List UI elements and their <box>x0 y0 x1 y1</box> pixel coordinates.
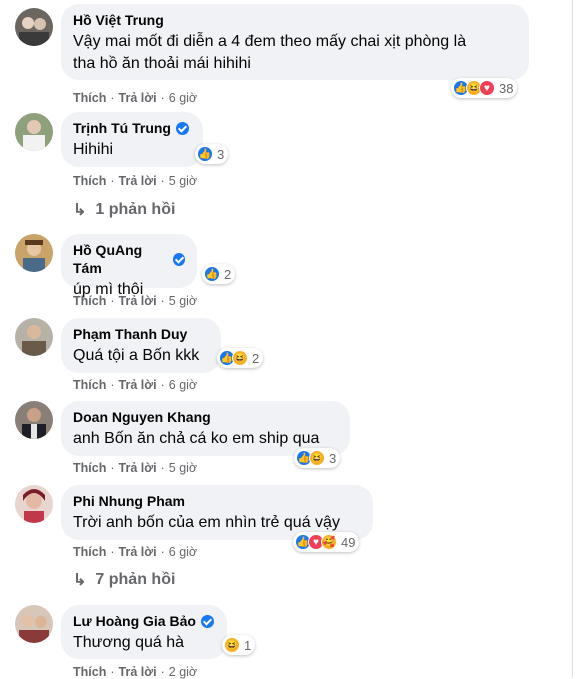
comment-text: Quá tội a Bốn kkk <box>73 347 200 364</box>
laughing-face-icon: 😆 <box>232 350 248 366</box>
reaction-summary[interactable]: 👍 3 <box>195 144 229 164</box>
view-replies-link[interactable]: ↳ 7 phản hồi <box>73 570 175 590</box>
comment-actions: Thích · Trả lời · 6 giờ <box>73 91 198 105</box>
avatar[interactable] <box>15 401 53 439</box>
verified-badge-icon <box>172 252 185 266</box>
timestamp[interactable]: 2 giờ <box>169 665 197 679</box>
avatar[interactable] <box>15 318 53 356</box>
comment-bubble: Hồ QuAng Tám úp mì thôi <box>61 234 197 298</box>
timestamp[interactable]: 5 giờ <box>169 294 197 308</box>
heart-icon: ♥ <box>479 80 495 96</box>
comment-actions: Thích · Trả lời · 6 giờ <box>73 545 198 559</box>
reply-button[interactable]: Trả lời <box>119 378 157 392</box>
reply-button[interactable]: Trả lời <box>119 665 157 679</box>
reply-arrow-icon: ↳ <box>73 572 87 589</box>
author-name[interactable]: Phạm Thanh Duy <box>73 325 209 343</box>
comment-bubble: Hồ Việt Trung Vậy mai mốt đi diễn a 4 đe… <box>61 4 529 80</box>
avatar[interactable] <box>15 113 53 151</box>
reply-button[interactable]: Trả lời <box>119 461 157 475</box>
timestamp[interactable]: 6 giờ <box>169 378 197 392</box>
comment-actions: Thích · Trả lời · 2 giờ <box>73 665 198 679</box>
comment-bubble: Phạm Thanh Duy Quá tội a Bốn kkk <box>61 318 221 373</box>
comment-actions: Thích · Trả lời · 5 giờ <box>73 294 198 308</box>
reaction-count: 38 <box>499 80 514 96</box>
avatar[interactable] <box>15 234 53 272</box>
timestamp[interactable]: 6 giờ <box>169 91 197 105</box>
comment-text: Trời anh bốn của em nhìn trẻ quá vậy <box>73 514 340 531</box>
comment-text: Vậy mai mốt đi diễn a 4 đem theo mấy cha… <box>73 33 467 72</box>
reply-button[interactable]: Trả lời <box>119 545 157 559</box>
reaction-count: 1 <box>244 637 252 653</box>
reaction-count: 2 <box>224 266 232 282</box>
reaction-summary[interactable]: 👍 😆 ♥ 38 <box>451 78 518 98</box>
reaction-count: 49 <box>341 534 356 550</box>
laughing-face-icon: 😆 <box>224 637 240 653</box>
timestamp[interactable]: 6 giờ <box>169 545 197 559</box>
care-face-icon: 🥰 <box>321 534 337 550</box>
comment-text: anh Bốn ăn chả cá ko em ship qua <box>73 430 320 447</box>
like-button[interactable]: Thích <box>73 461 106 475</box>
timestamp[interactable]: 5 giờ <box>169 174 197 188</box>
verified-badge-icon <box>176 121 189 135</box>
like-button[interactable]: Thích <box>73 294 106 308</box>
author-name[interactable]: Hồ Việt Trung <box>73 11 517 29</box>
reaction-count: 3 <box>329 450 337 466</box>
comment-text: Hihihi <box>73 141 114 158</box>
reply-button[interactable]: Trả lời <box>119 174 157 188</box>
comment-actions: Thích · Trả lời · 5 giờ <box>73 174 198 188</box>
reaction-count: 3 <box>217 146 225 162</box>
laughing-face-icon: 😆 <box>309 450 325 466</box>
reaction-summary[interactable]: 👍 😆 3 <box>294 448 341 468</box>
verified-badge-icon <box>200 614 214 628</box>
avatar[interactable] <box>15 605 53 643</box>
like-button[interactable]: Thích <box>73 378 106 392</box>
reaction-summary[interactable]: 👍 😆 2 <box>217 348 264 368</box>
author-name[interactable]: Phi Nhung Pham <box>73 492 361 510</box>
thumbs-up-icon: 👍 <box>204 266 220 282</box>
like-button[interactable]: Thích <box>73 665 106 679</box>
author-name[interactable]: Lư Hoàng Gia Bảo <box>73 612 215 630</box>
reaction-summary[interactable]: 😆 1 <box>222 635 256 655</box>
reaction-summary[interactable]: 👍 ♥ 🥰 49 <box>293 532 360 552</box>
author-name[interactable]: Trịnh Tú Trung <box>73 119 191 137</box>
comments-panel: Hồ Việt Trung Vậy mai mốt đi diễn a 4 đe… <box>0 0 573 679</box>
reaction-count: 2 <box>252 350 260 366</box>
comment-bubble: Lư Hoàng Gia Bảo Thương quá hà <box>61 605 227 659</box>
avatar[interactable] <box>15 485 53 523</box>
comment-actions: Thích · Trả lời · 6 giờ <box>73 378 198 392</box>
like-button[interactable]: Thích <box>73 91 106 105</box>
thumbs-up-icon: 👍 <box>197 146 213 162</box>
reply-button[interactable]: Trả lời <box>119 294 157 308</box>
reaction-summary[interactable]: 👍 2 <box>202 264 236 284</box>
reply-arrow-icon: ↳ <box>73 202 87 219</box>
view-replies-link[interactable]: ↳ 1 phản hồi <box>73 200 175 220</box>
author-name[interactable]: Hồ QuAng Tám <box>73 241 185 277</box>
avatar[interactable] <box>15 8 53 46</box>
reply-button[interactable]: Trả lời <box>119 91 157 105</box>
like-button[interactable]: Thích <box>73 545 106 559</box>
like-button[interactable]: Thích <box>73 174 106 188</box>
comment-text: Thương quá hà <box>73 634 185 651</box>
timestamp[interactable]: 5 giờ <box>169 461 197 475</box>
comment-bubble: Trịnh Tú Trung Hihihi <box>61 112 203 167</box>
author-name[interactable]: Doan Nguyen Khang <box>73 408 338 426</box>
comment-actions: Thích · Trả lời · 5 giờ <box>73 461 198 475</box>
